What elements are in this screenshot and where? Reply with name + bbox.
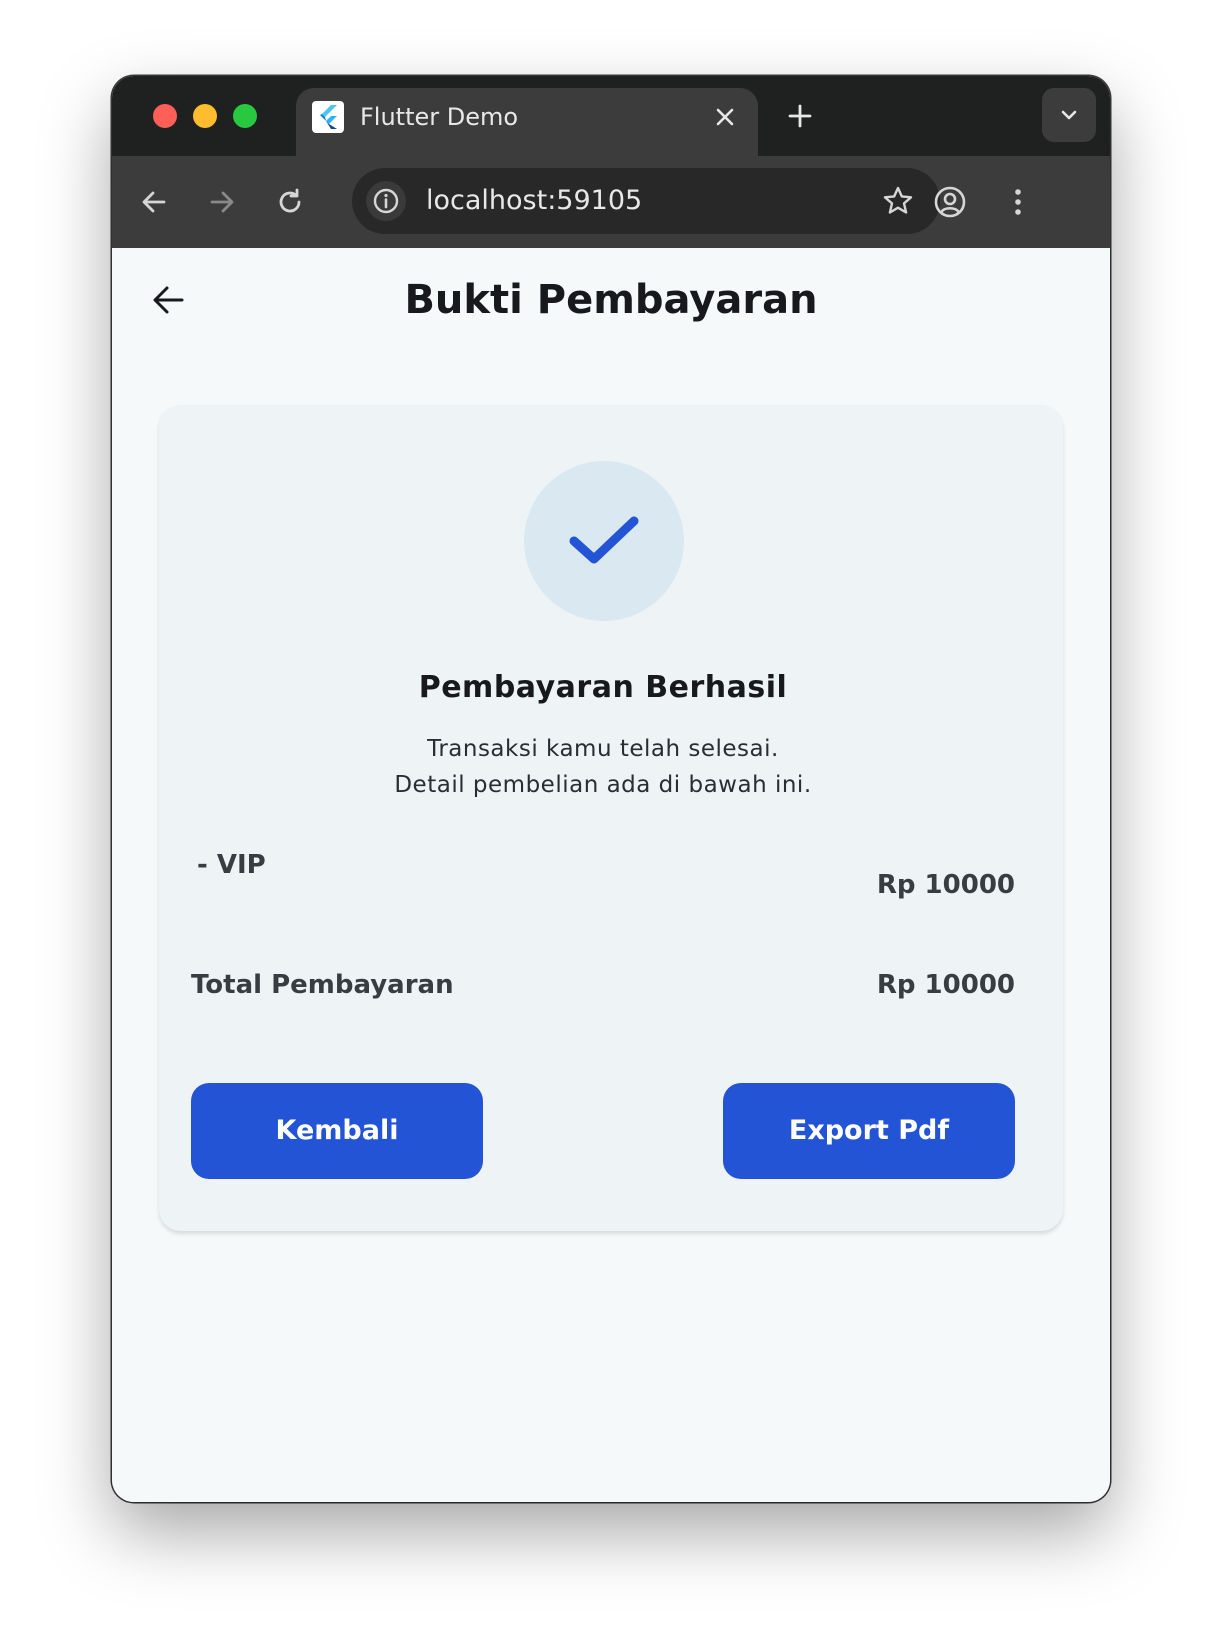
chevron-down-icon [1061,110,1077,120]
window-minimize-button[interactable] [193,104,217,128]
success-badge [524,461,684,621]
export-pdf-button[interactable]: Export Pdf [723,1083,1015,1179]
status-title: Pembayaran Berhasil [418,670,788,705]
reload-icon[interactable] [272,184,308,220]
bookmark-star-icon[interactable] [880,183,916,219]
profile-icon[interactable] [932,184,968,220]
description-line-1: Transaksi kamu telah selesai. [427,736,779,762]
browser-window: Flutter Demo localhost:59105 Bukti Pemba… [112,76,1110,1502]
tab-search-button[interactable] [1042,88,1096,142]
app-page: Bukti Pembayaran Pembayaran Berhasil Tra… [112,248,1110,1502]
tab-close-icon[interactable] [710,102,740,132]
url-text: localhost:59105 [426,185,643,216]
new-tab-icon[interactable] [784,100,816,132]
window-close-button[interactable] [153,104,177,128]
total-value: Rp 10000 [876,970,1015,1000]
status-description: Transaksi kamu telah selesai. Detail pem… [159,731,1047,803]
browser-tab[interactable]: Flutter Demo [296,88,758,156]
tab-strip: Flutter Demo [112,76,1110,156]
browser-menu-icon[interactable] [1000,184,1036,220]
flutter-logo-icon [312,101,344,133]
check-icon [569,516,639,564]
window-maximize-button[interactable] [233,104,257,128]
back-nav-icon[interactable] [136,184,172,220]
site-info-icon[interactable] [366,181,406,221]
tab-title: Flutter Demo [360,103,519,131]
forward-nav-icon[interactable] [204,184,240,220]
back-button[interactable]: Kembali [191,1083,483,1179]
item-name: - VIP [197,850,266,880]
total-label: Total Pembayaran [191,970,454,1000]
description-line-2: Detail pembelian ada di bawah ini. [394,772,812,798]
address-bar[interactable]: localhost:59105 [352,168,940,234]
receipt-card: Pembayaran Berhasil Transaksi kamu telah… [159,405,1063,1231]
browser-toolbar: localhost:59105 [112,156,1110,248]
page-title: Bukti Pembayaran [404,277,818,323]
item-price: Rp 10000 [876,870,1015,900]
